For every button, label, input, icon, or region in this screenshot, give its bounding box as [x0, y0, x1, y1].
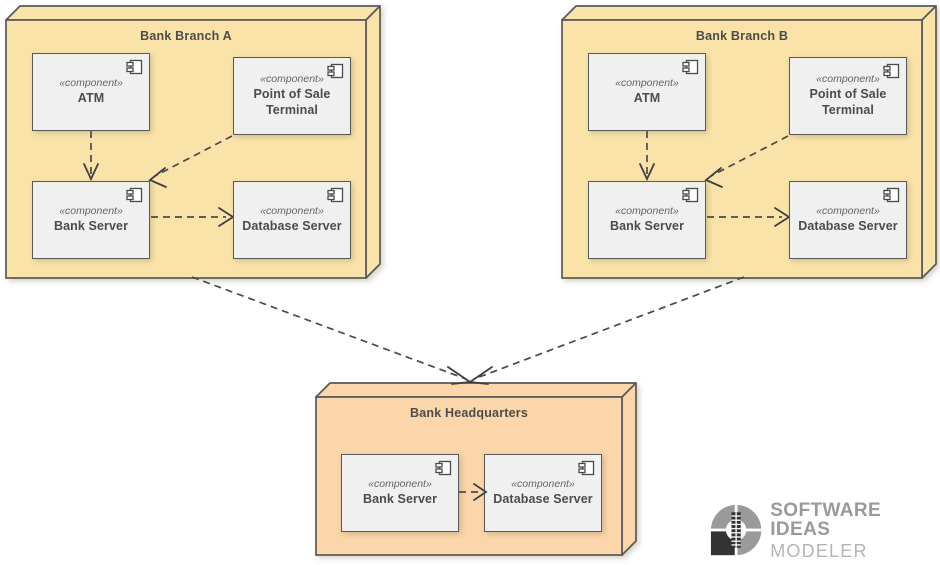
component-db-server-b[interactable]: «component» Database Server [789, 181, 907, 259]
component-icon [327, 63, 344, 79]
component-db-server-a[interactable]: «component» Database Server [233, 181, 351, 259]
component-bank-server-hq[interactable]: «component» Bank Server [341, 454, 459, 532]
component-icon [883, 187, 900, 203]
component-name: Bank Server [53, 219, 129, 234]
component-stereotype: «component» [511, 478, 575, 491]
component-icon [682, 59, 699, 75]
component-name: Bank Server [609, 219, 685, 234]
component-pos-b[interactable]: «component» Point of Sale Terminal [789, 57, 907, 135]
component-icon [126, 59, 143, 75]
component-bank-server-b[interactable]: «component» Bank Server [588, 181, 706, 259]
node-headquarters-title: Bank Headquarters [409, 406, 529, 420]
component-name: ATM [77, 91, 105, 106]
component-name: Database Server [798, 219, 898, 234]
component-stereotype: «component» [816, 205, 880, 218]
arrowhead-branch-b-hq [467, 366, 493, 385]
component-stereotype: «component» [615, 205, 679, 218]
component-name: Database Server [242, 219, 342, 234]
component-stereotype: «component» [260, 73, 324, 86]
logo-title-line2: MODELER [770, 540, 868, 561]
component-pos-a[interactable]: «component» Point of Sale Terminal [233, 57, 351, 135]
component-name: Point of Sale Terminal [809, 87, 887, 118]
component-icon [883, 63, 900, 79]
software-ideas-modeler-logo: SOFTWARE IDEAS MODELER [710, 500, 935, 560]
logo-title-line1: SOFTWARE IDEAS [770, 499, 882, 540]
component-icon [682, 187, 699, 203]
component-stereotype: «component» [59, 205, 123, 218]
component-name: Bank Server [362, 492, 438, 507]
component-name: Point of Sale Terminal [253, 87, 331, 118]
component-bank-server-a[interactable]: «component» Bank Server [32, 181, 150, 259]
component-stereotype: «component» [368, 478, 432, 491]
component-icon [327, 187, 344, 203]
edge-bank-server-hq-to-db-server-hq-layer [459, 483, 488, 501]
edge-branch-b-to-headquarters [473, 276, 745, 380]
component-stereotype: «component» [615, 77, 679, 90]
node-branch-b-title: Bank Branch B [695, 29, 789, 43]
component-icon [578, 460, 595, 476]
logo-text: SOFTWARE IDEAS MODELER [770, 501, 935, 560]
component-name: Database Server [493, 492, 593, 507]
component-stereotype: «component» [260, 205, 324, 218]
component-atm-a[interactable]: «component» ATM [32, 53, 150, 131]
component-name: ATM [633, 91, 661, 106]
component-atm-b[interactable]: «component» ATM [588, 53, 706, 131]
component-db-server-hq[interactable]: «component» Database Server [484, 454, 602, 532]
component-stereotype: «component» [816, 73, 880, 86]
component-icon [435, 460, 452, 476]
node-branch-a-title: Bank Branch A [140, 29, 232, 43]
diagram-canvas: Bank Branch A Bank Branch B Bank Headqua… [0, 0, 940, 565]
component-icon [126, 187, 143, 203]
edge-branch-a-to-headquarters [191, 276, 467, 380]
component-stereotype: «component» [59, 77, 123, 90]
logo-mark-icon [710, 503, 763, 557]
arrowhead-branch-a-hq [447, 366, 473, 385]
